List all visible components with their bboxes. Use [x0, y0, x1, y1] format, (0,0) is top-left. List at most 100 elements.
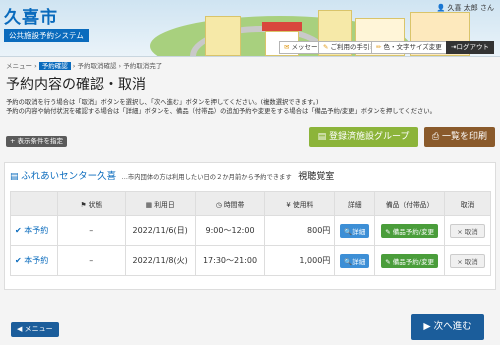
date-cell: 2022/11/8(火): [124, 245, 196, 276]
detail-cell: 🔍詳細: [334, 245, 376, 276]
logout-button[interactable]: ⇥ログアウト: [446, 41, 494, 54]
header-time-label: 時間帯: [223, 200, 245, 209]
menu-label: メニュー: [24, 325, 53, 333]
user-name: 👤 久喜 太郎 さん: [437, 3, 494, 13]
check-icon: ✔: [15, 256, 22, 265]
table-header-row: ⚑ 状態 ▦ 利用日 ◷ 時間帯 ¥ 使用料 詳細 備品（付帯品） 取消: [10, 191, 491, 216]
cancel-button[interactable]: × 取消: [450, 223, 485, 238]
header-detail: 詳細: [334, 191, 376, 216]
guide-icon: ✎: [323, 43, 329, 51]
next-arrow-icon: ▶: [423, 321, 431, 332]
time-cell: 9:00～12:00: [194, 215, 266, 246]
facility-line: ▤ ふれあいセンター久喜 …市内団体の方は利用したい日の２か月前から予約できます…: [10, 168, 334, 182]
status-cell: ✔ 本予約: [10, 245, 58, 276]
flag-icon: ⚑: [80, 200, 87, 209]
status-label: 本予約: [24, 226, 49, 235]
description-line: 予約の内容や納付状況を確認する場合は「詳細」ボタンを、備品（付帯品）の追加予約や…: [6, 108, 436, 115]
next-button[interactable]: ▶ 次へ進む: [411, 314, 484, 340]
page-title: 予約内容の確認・取消: [6, 77, 146, 93]
equipment-label: 備品予約/変更: [392, 257, 434, 266]
site-header: 久喜市 公共施設予約システム 👤 久喜 太郎 さん ✉ メッセージ ✎ ご利用の手引…: [0, 0, 500, 57]
breadcrumb: メニュー › 予約確認 › 予約取消確認 › 予約取消完了: [6, 62, 163, 70]
header-date-label: 利用日: [154, 200, 175, 209]
header-status: ⚑ 状態: [56, 191, 126, 216]
facility-note: …市内団体の方は利用したい日の２か月前から予約できます: [121, 174, 292, 181]
equipment-cell: ✎ 備品予約/変更: [374, 245, 446, 276]
check-icon: ✔: [15, 226, 22, 235]
status-cell: ✔ 本予約: [10, 215, 58, 246]
site-name: 久喜市: [4, 8, 58, 28]
cancel-button[interactable]: × 取消: [450, 253, 485, 268]
room-name: 視聴覚室: [298, 172, 335, 182]
reservation-panel: ▤ ふれあいセンター久喜 …市内団体の方は利用したい日の２か月前から予約できます…: [4, 162, 496, 290]
print-list-label: 一覧を印刷: [442, 132, 488, 142]
detail-button[interactable]: 🔍詳細: [340, 253, 370, 268]
facility-name[interactable]: ふれあいセンター久喜: [21, 171, 116, 182]
yen-icon: ¥: [286, 200, 291, 209]
guide-label: ご利用の手引き: [330, 43, 376, 51]
folder-icon: ▤: [317, 132, 327, 142]
pencil-icon: ✎: [385, 257, 391, 266]
table-row: ✔ 本予約 – 2022/11/8(火) 17:30～21:00 1,000円 …: [10, 245, 491, 276]
detail-button[interactable]: 🔍詳細: [340, 223, 370, 238]
detail-cell: 🔍詳細: [334, 215, 376, 246]
building-illustration: [205, 16, 241, 56]
cancel-label: 取消: [464, 257, 478, 266]
back-arrow-icon: ◀: [17, 325, 23, 333]
breadcrumb-step: 予約取消確認: [77, 62, 117, 70]
header-date: ▦ 利用日: [124, 191, 196, 216]
description: 予約の取消を行う場合は「取消」ボタンを選択し、「次へ進む」ボタンを押してください…: [6, 98, 436, 116]
detail-label: 詳細: [352, 227, 366, 236]
print-list-button[interactable]: ⎙ 一覧を印刷: [424, 127, 495, 147]
description-line: 予約の取消を行う場合は「取消」ボタンを選択し、「次へ進む」ボタンを押してください…: [6, 99, 319, 106]
cancel-cell: × 取消: [444, 245, 491, 276]
breadcrumb-menu[interactable]: メニュー: [6, 62, 32, 70]
equipment-button[interactable]: ✎ 備品予約/変更: [381, 223, 438, 238]
pencil-icon: ✏: [376, 43, 382, 51]
document-icon: ▤: [10, 172, 19, 182]
fee-cell: 800円: [264, 215, 336, 246]
menu-button[interactable]: ◀ メニュー: [11, 322, 59, 337]
user-icon: 👤: [436, 4, 446, 12]
next-label: 次へ進む: [433, 321, 472, 332]
calendar-icon: ▦: [145, 200, 153, 209]
logout-label: ログアウト: [456, 43, 489, 51]
print-icon: ⎙: [431, 132, 440, 142]
equipment-cell: ✎ 備品予約/変更: [374, 215, 446, 246]
flag-cell: –: [56, 245, 126, 276]
header-fee-label: 使用料: [292, 200, 314, 209]
date-cell: 2022/11/6(日): [124, 215, 196, 246]
flag-cell: –: [56, 215, 126, 246]
cancel-cell: × 取消: [444, 215, 491, 246]
time-cell: 17:30～21:00: [194, 245, 266, 276]
equipment-button[interactable]: ✎ 備品予約/変更: [381, 253, 438, 268]
header-time: ◷ 時間帯: [194, 191, 266, 216]
detail-label: 詳細: [352, 257, 366, 266]
registered-group-button[interactable]: ▤ 登録済施設グループ: [309, 127, 418, 147]
fee-cell: 1,000円: [264, 245, 336, 276]
cancel-label: 取消: [464, 227, 478, 236]
pencil-icon: ✎: [385, 227, 391, 236]
display-conditions-button[interactable]: + 表示条件を指定: [6, 136, 68, 147]
header-fee: ¥ 使用料: [264, 191, 336, 216]
header-checkbox: [10, 191, 58, 216]
color-size-label: 色・文字サイズ変更: [383, 43, 442, 51]
message-icon: ✉: [284, 43, 290, 51]
close-icon: ×: [457, 227, 463, 236]
status-label: 本予約: [24, 256, 49, 265]
table-row: ✔ 本予約 – 2022/11/6(日) 9:00～12:00 800円 🔍詳細…: [10, 215, 491, 246]
equipment-label: 備品予約/変更: [392, 227, 434, 236]
header-status-label: 状態: [88, 200, 103, 209]
user-name-label: 久喜 太郎 さん: [447, 4, 494, 12]
roof-illustration: [262, 22, 302, 31]
site-subtitle: 公共施設予約システム: [4, 29, 89, 42]
header-cancel: 取消: [444, 191, 491, 216]
breadcrumb-current: 予約確認: [38, 62, 71, 70]
breadcrumb-step: 予約取消完了: [123, 62, 163, 70]
site-logo[interactable]: 久喜市 公共施設予約システム: [4, 3, 89, 42]
color-size-button[interactable]: ✏ 色・文字サイズ変更: [371, 41, 447, 54]
registered-group-label: 登録済施設グループ: [328, 132, 410, 142]
reservation-table: ⚑ 状態 ▦ 利用日 ◷ 時間帯 ¥ 使用料 詳細 備品（付帯品） 取消 ✔ 本…: [10, 191, 491, 276]
close-icon: ×: [457, 257, 463, 266]
clock-icon: ◷: [215, 200, 222, 209]
